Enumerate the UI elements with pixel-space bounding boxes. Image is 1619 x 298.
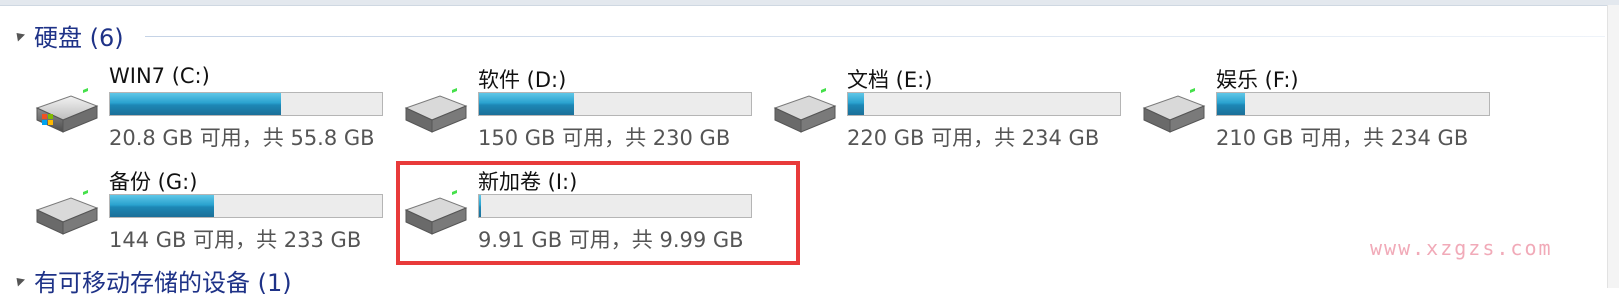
drive-name: WIN7 (C:): [109, 64, 210, 88]
watermark-text: www.xzgzs.com: [1370, 236, 1553, 260]
capacity-fill: [110, 93, 281, 115]
collapse-arrow-icon[interactable]: [12, 28, 26, 42]
window-top-border: [0, 0, 1619, 6]
hard-drive-icon: [773, 87, 837, 133]
capacity-text: 220 GB 可用，共 234 GB: [847, 126, 1100, 150]
hard-drive-icon: [404, 87, 468, 133]
capacity-bar: [847, 92, 1121, 116]
group-title: 有可移动存储的设备 (1): [34, 268, 292, 297]
capacity-fill: [1217, 93, 1246, 115]
drive-name: 备份 (G:): [109, 170, 198, 194]
capacity-fill: [848, 93, 865, 115]
capacity-text: 150 GB 可用，共 230 GB: [478, 126, 731, 150]
drive-f[interactable]: 娱乐 (F:) 210 GB 可用，共 234 GB: [1138, 64, 1490, 150]
hard-drive-icon: [35, 189, 99, 235]
capacity-fill: [479, 93, 574, 115]
drive-c[interactable]: WIN7 (C:) 20.8 GB 可用，共 55.8 GB: [31, 64, 383, 150]
drive-name: 文档 (E:): [847, 68, 933, 92]
drive-name: 娱乐 (F:): [1216, 68, 1299, 92]
drive-d[interactable]: 软件 (D:) 150 GB 可用，共 230 GB: [400, 64, 752, 150]
drive-g[interactable]: 备份 (G:) 144 GB 可用，共 233 GB: [31, 166, 383, 252]
windows-hard-drive-icon: [35, 87, 99, 133]
capacity-text: 20.8 GB 可用，共 55.8 GB: [109, 126, 375, 150]
highlight-annotation-box: [396, 161, 800, 265]
capacity-text: 144 GB 可用，共 233 GB: [109, 228, 362, 252]
capacity-bar: [109, 194, 383, 218]
hard-drive-icon: [1142, 87, 1206, 133]
capacity-bar: [109, 92, 383, 116]
capacity-bar: [1216, 92, 1490, 116]
collapse-arrow-icon[interactable]: [12, 273, 26, 287]
capacity-fill: [110, 195, 214, 217]
group-header-hard-drives[interactable]: 硬盘 (6): [12, 17, 124, 53]
drive-e[interactable]: 文档 (E:) 220 GB 可用，共 234 GB: [769, 64, 1121, 150]
capacity-text: 210 GB 可用，共 234 GB: [1216, 126, 1469, 150]
group-header-removable-storage[interactable]: 有可移动存储的设备 (1): [12, 262, 292, 298]
group-title: 硬盘 (6): [34, 23, 124, 52]
group-header-divider: [145, 36, 1605, 37]
capacity-bar: [478, 92, 752, 116]
vertical-scrollbar[interactable]: [1607, 5, 1619, 288]
drive-name: 软件 (D:): [478, 68, 567, 92]
